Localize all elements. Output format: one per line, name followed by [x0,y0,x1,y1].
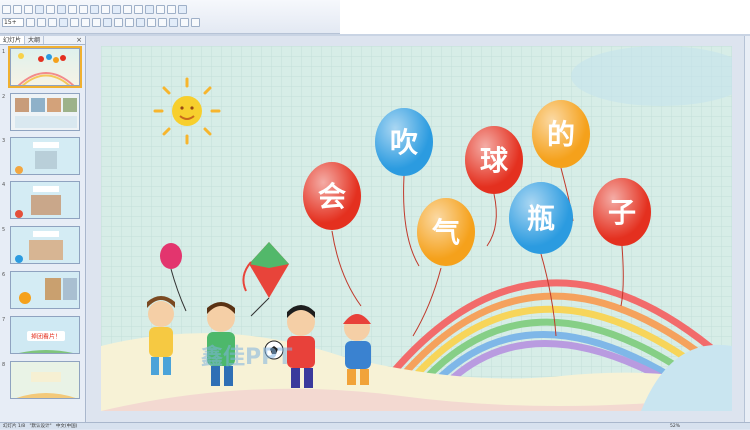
balloon: 子 [593,178,651,246]
balloon-char: 会 [318,180,346,213]
slide-number: 5 [2,227,6,233]
slide-thumbnail-row[interactable]: 6 [0,271,84,311]
toolbar-empty-area [340,0,750,34]
slide-number: 6 [2,272,6,278]
standard-toolbar [2,3,187,15]
tab-slides[interactable]: 幻灯片 [0,36,26,44]
slide-thumbnail-row[interactable]: 1 [0,46,84,88]
shadow-icon[interactable] [59,17,68,27]
align-center-icon[interactable] [81,17,90,27]
balloon-char: 的 [547,118,575,151]
balloon: 瓶 [509,182,573,254]
slide-number: 4 [2,182,6,188]
new-icon[interactable] [2,4,11,14]
formatting-toolbar: 15+ [2,16,200,28]
slide-number: 2 [2,94,6,100]
slide-thumbnail[interactable] [10,226,80,264]
slide-thumbnail-row[interactable]: 3 [0,137,84,177]
insert-picture-icon[interactable] [156,4,165,14]
slide-number: 3 [2,138,6,144]
status-language: 中文(中国) [55,424,78,429]
slide-thumbnail[interactable] [10,361,80,399]
panel-tabs: 幻灯片 大纲 × [0,36,85,45]
status-theme: "默认设计" [29,424,52,429]
zoom-icon[interactable] [167,4,176,14]
help-icon[interactable] [178,4,187,14]
status-slide-number: 幻灯片 1/8 [3,424,26,429]
thumbnail-art: 掉团看片！ [18,331,74,353]
tab-outline[interactable]: 大纲 [25,36,45,44]
thumbnail-art [19,278,77,304]
slide-thumbnail[interactable] [10,137,80,175]
insert-table-icon[interactable] [145,4,154,14]
slide7-title: 掉团看片！ [31,333,61,341]
vertical-scrollbar[interactable] [744,36,750,422]
slide-thumbnail[interactable]: 掉团看片！ [10,316,80,354]
balloon-char: 瓶 [527,202,555,235]
status-bar: 幻灯片 1/8 "默认设计" 中文(中国) 52% [0,422,750,429]
design-icon[interactable] [180,17,189,27]
watermark: 鑫佳PPT [201,344,292,370]
paste-icon[interactable] [90,4,99,14]
new-slide-icon[interactable] [191,17,200,27]
indent-icon[interactable] [147,17,156,27]
font-color-icon[interactable] [169,17,178,27]
slide-number: 1 [2,49,6,55]
slide-thumbnail[interactable] [10,271,80,309]
redo-icon[interactable] [123,4,132,14]
cut-icon[interactable] [68,4,77,14]
slide-number: 8 [2,362,6,368]
print-icon[interactable] [35,4,44,14]
thumbnail-art [15,186,61,218]
slides-panel: 幻灯片 大纲 × 1 2 3 4 5 6 7 掉团看片！ 8 [0,36,86,422]
preview-icon[interactable] [46,4,55,14]
balloon: 会 [303,162,361,230]
outdent-icon[interactable] [158,17,167,27]
balloon-char: 子 [608,196,636,229]
thumbnail-art [15,98,77,128]
slide-thumbnail-row[interactable]: 2 [0,93,84,133]
slide-number: 7 [2,317,6,323]
italic-icon[interactable] [37,17,46,27]
slide-thumbnail[interactable] [10,181,80,219]
increase-font-icon[interactable] [125,17,134,27]
open-icon[interactable] [13,4,22,14]
balloon-char: 球 [480,144,509,177]
save-icon[interactable] [24,4,33,14]
balloon-char: 气 [431,216,460,249]
undo-icon[interactable] [112,4,121,14]
thumbnail-art [17,53,75,85]
decrease-font-icon[interactable] [136,17,145,27]
balloon: 吹 [375,108,433,176]
balloon-char: 吹 [390,126,418,159]
numbering-icon[interactable] [114,17,123,27]
font-size-field[interactable]: 15+ [2,17,24,27]
spelling-icon[interactable] [57,4,66,14]
bullets-icon[interactable] [103,17,112,27]
slide-thumbnail-row[interactable]: 5 [0,226,84,266]
thumbnail-art [15,231,63,263]
slide-canvas[interactable]: 会 吹 气 球 的 瓶 子 鑫佳PPT [101,46,732,411]
toolbar: 15+ [0,0,340,34]
underline-icon[interactable] [48,17,57,27]
slide-thumbnail[interactable] [10,93,80,131]
format-painter-icon[interactable] [101,4,110,14]
thumbnail-art [15,142,59,174]
slide-thumbnail-row[interactable]: 4 [0,181,84,221]
slide-artwork: 会 吹 气 球 的 瓶 子 鑫佳PPT [101,46,732,411]
balloon: 的 [532,100,590,168]
close-icon[interactable]: × [73,36,85,44]
balloon: 气 [417,198,475,266]
copy-icon[interactable] [79,4,88,14]
align-right-icon[interactable] [92,17,101,27]
slide-editing-area: 会 吹 气 球 的 瓶 子 鑫佳PPT [87,36,744,422]
insert-chart-icon[interactable] [134,4,143,14]
slide-thumbnail-row[interactable]: 7 掉团看片！ [0,316,84,356]
thumbnail-art [16,372,76,398]
balloon: 球 [465,126,523,194]
align-left-icon[interactable] [70,17,79,27]
slide-thumbnail[interactable] [8,46,82,88]
slide-thumbnail-row[interactable]: 8 [0,361,84,401]
bold-icon[interactable] [26,17,35,27]
